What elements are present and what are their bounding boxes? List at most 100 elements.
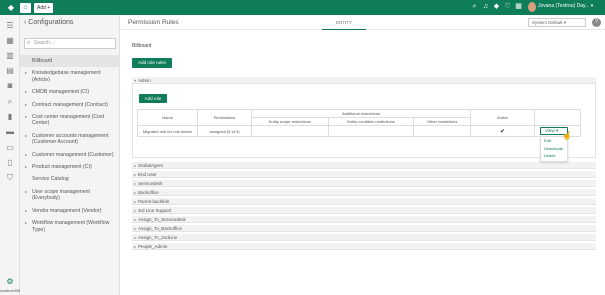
add-button[interactable]: Add +: [34, 2, 54, 13]
col-actions: [534, 109, 581, 126]
tab-entity[interactable]: ENTITY: [322, 15, 366, 30]
grid-icon[interactable]: ▦: [5, 36, 15, 45]
list-icon[interactable]: ☰: [5, 21, 15, 30]
building-icon[interactable]: ▥: [5, 51, 15, 60]
cell-other: [413, 125, 471, 137]
col-entity-scope: Entity scope restrictions: [251, 117, 329, 126]
main-content: Permission Rules ENTITY System Default ▾…: [121, 15, 605, 295]
section-title: Billboard: [132, 43, 152, 49]
chevron-right-icon: ▸: [134, 190, 137, 195]
chevron-down-icon: ▾: [134, 78, 137, 83]
sidebar-item-vendor[interactable]: ▸ Vendor management (Vendor): [20, 205, 120, 217]
col-additional: Additional restrictions: [251, 109, 471, 118]
group-end-user[interactable]: ▸ End User: [132, 171, 596, 178]
group-parent-backfide[interactable]: ▸ Parent backfide: [132, 198, 596, 205]
chevron-right-icon: ▸: [134, 208, 137, 213]
search-icon[interactable]: ⌕: [471, 2, 478, 11]
sidebar-item-service-catalog[interactable]: Service Catalog: [20, 173, 120, 185]
sidebar-item-user-scope[interactable]: ▸ User scope management (Everybody): [20, 186, 120, 205]
sidebar-item-product[interactable]: ▸ Product management (CI): [20, 161, 120, 173]
user-menu[interactable]: Jovana (Testrou) Day... ▾: [538, 3, 593, 9]
add-role-rules-button[interactable]: Add role rules: [132, 58, 172, 68]
calculator-icon[interactable]: ▤: [5, 66, 15, 75]
sidebar-item-contract[interactable]: ▸ Contract management (Contract): [20, 99, 120, 111]
sidebar: ‹ Configurations ⌕ Search... Billboard ▸…: [20, 15, 120, 295]
chevron-right-icon: ▸: [134, 199, 137, 204]
col-other: Other restrictions: [413, 117, 471, 126]
chevron-right-icon: ▸: [134, 244, 137, 249]
chevron-right-icon: ▸: [134, 235, 137, 240]
group-3rd-line-support[interactable]: ▸ 3rd Line Support: [132, 207, 596, 214]
chevron-right-icon: ▸: [25, 114, 28, 120]
chevron-right-icon: ▸: [134, 163, 137, 168]
group-assign-2ndline[interactable]: ▸ Assign_To_2ndLine: [132, 234, 596, 241]
gear-icon[interactable]: ⚙: [5, 277, 15, 286]
search-input[interactable]: ⌕ Search...: [24, 38, 116, 49]
search-icon[interactable]: ⌕: [5, 97, 15, 106]
mouse-cursor-icon: ☝: [562, 131, 572, 140]
icon-rail: ☰ ▦ ▥ ▤ ◙ ⌕ ▮ ▬ ▭ ▯ ⛉ ⚙ localhost:8080/#: [0, 15, 26, 295]
sidebar-item-customer-accounts[interactable]: ▸ Customer accounts management (Customer …: [20, 130, 120, 149]
chevron-right-icon: ▸: [25, 151, 28, 157]
help-icon[interactable]: ?: [592, 18, 601, 27]
document-icon[interactable]: ▭: [5, 143, 15, 152]
group-people-admin[interactable]: ▸ People_Admin: [132, 243, 596, 250]
group-admin[interactable]: ▾ Admin: [132, 77, 596, 84]
group-assign-backoffice[interactable]: ▸ Assign_To_Backoffice: [132, 225, 596, 232]
shield-icon[interactable]: ⛉: [5, 173, 15, 182]
phone-icon[interactable]: ▯: [5, 158, 15, 167]
calendar-icon[interactable]: ▦: [515, 2, 522, 11]
col-active: Active: [470, 109, 535, 126]
group-backoffice[interactable]: ▸ Backoffice: [132, 189, 596, 196]
chevron-right-icon: ▸: [134, 226, 137, 231]
col-name: Name: [137, 109, 198, 126]
headset-icon[interactable]: ♫: [482, 2, 489, 11]
page-title: Permission Rules: [128, 19, 179, 26]
heart-icon[interactable]: ♡: [504, 2, 511, 11]
chevron-right-icon: ▸: [25, 207, 28, 213]
sidebar-item-customer[interactable]: ▸ Customer management (Customer): [20, 149, 120, 161]
cell-entity-condition: [327, 125, 415, 137]
sidebar-title: ‹ Configurations: [24, 19, 74, 26]
cell-permissions: Assigned (6 of 9): [197, 125, 252, 137]
col-permissions: Permissions: [197, 109, 252, 126]
chevron-left-icon[interactable]: ‹: [24, 19, 26, 26]
sidebar-item-cmdb[interactable]: ▸ CMDB management (CI): [20, 86, 120, 98]
chevron-down-icon: ▾: [555, 128, 559, 133]
dropdown-deactivate[interactable]: Deactivate: [541, 145, 567, 153]
sidebar-menu: Billboard ▸ Knowledgebase management (Art…: [20, 55, 120, 236]
table-row: Migrated rule for role Admin Assigned (6…: [137, 125, 581, 137]
group-globalagent[interactable]: ▸ GlobalAgent: [132, 162, 596, 169]
group-servicedesk[interactable]: ▸ Servicedesk: [132, 180, 596, 187]
top-bar: ◆ ⌂ Add + ⌕ ♫ ◆ ♡ ▦ Jovana (Testrou) Day…: [0, 0, 605, 15]
chevron-right-icon: ▸: [25, 101, 28, 107]
avatar[interactable]: [528, 2, 536, 12]
sidebar-item-workflow[interactable]: ▸ Workflow management (Workflow Type): [20, 217, 120, 236]
contacts-icon[interactable]: ◙: [5, 81, 15, 90]
system-default-select[interactable]: System Default ▾: [528, 18, 586, 27]
cell-active: ✔: [470, 125, 535, 137]
home-icon[interactable]: ⌂: [20, 2, 31, 13]
sidebar-item-cost-center[interactable]: ▸ Cost center management (Cost Center): [20, 111, 120, 130]
page-header: Permission Rules ENTITY System Default ▾…: [121, 15, 605, 30]
chevron-right-icon: ▸: [25, 70, 28, 76]
chevron-right-icon: ▸: [25, 132, 28, 138]
chevron-right-icon: ▸: [134, 172, 137, 177]
dropdown-delete[interactable]: Delete: [541, 152, 567, 160]
chevron-right-icon: ▸: [25, 89, 28, 95]
col-entity-condition: Entity condition restrictions: [327, 117, 415, 126]
group-assign-servicedesk[interactable]: ▸ Assign_To_Servicedesk: [132, 216, 596, 223]
tag-icon[interactable]: ◆: [493, 2, 500, 11]
chart-icon[interactable]: ▮: [5, 112, 15, 121]
add-role-button[interactable]: Add role: [139, 94, 167, 103]
active-checkbox[interactable]: ✔: [500, 129, 505, 135]
rules-table: Name Permissions Additional restrictions…: [137, 109, 581, 137]
chat-icon[interactable]: ▬: [5, 127, 15, 136]
cell-entity-scope: [251, 125, 329, 137]
sidebar-item-billboard[interactable]: Billboard: [20, 55, 120, 68]
chevron-right-icon: ▸: [134, 181, 137, 186]
app-logo-icon[interactable]: ◆: [4, 2, 18, 13]
chevron-right-icon: ▸: [134, 217, 137, 222]
sidebar-item-knowledgebase[interactable]: ▸ Knowledgebase management (Article): [20, 67, 120, 86]
chevron-right-icon: ▸: [25, 164, 28, 170]
